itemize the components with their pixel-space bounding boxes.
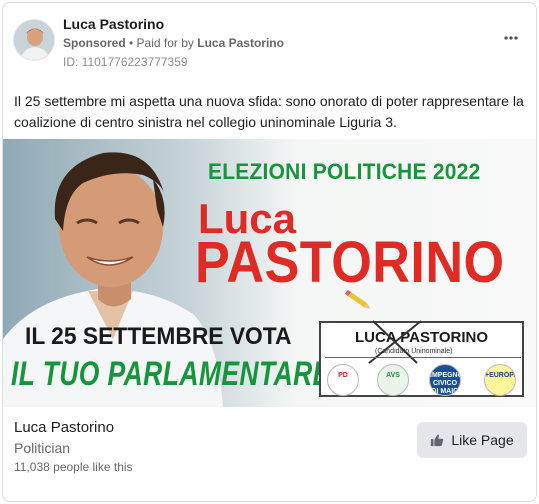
ballot-graphic: LUCA PASTORINO (Candidato Uninominale) P…	[319, 320, 524, 397]
party-logo-impegno-civico: IMPEGNO CIVICO DI MAIO	[429, 364, 461, 396]
party-logo-pd: PD	[327, 364, 359, 396]
like-page-button[interactable]: Like Page	[417, 422, 527, 458]
post-text: Il 25 settembre mi aspetta una nuova sfi…	[14, 93, 524, 130]
ad-card: Luca Pastorino Sponsored • Paid for by L…	[2, 2, 537, 502]
more-options-button[interactable]	[504, 29, 518, 43]
footer-category: Politician	[14, 440, 71, 456]
sponsored-label: Sponsored	[63, 36, 126, 50]
page-name[interactable]: Luca Pastorino	[63, 16, 164, 32]
footer-like-count: 11,038 people like this	[14, 460, 133, 474]
ellipsis-icon	[504, 36, 518, 40]
footer-page-name[interactable]: Luca Pastorino	[14, 419, 114, 436]
creative-slogan: IL TUO PARLAMENTARE	[11, 355, 331, 393]
creative-last-name: PASTORINO	[195, 230, 505, 295]
ballot-divider	[325, 357, 521, 358]
paid-for-name[interactable]: Luca Pastorino	[197, 36, 284, 50]
creative-date-line: IL 25 SETTEMBRE VOTA	[25, 323, 292, 350]
sponsored-line: Sponsored • Paid for by Luca Pastorino	[63, 36, 284, 50]
avatar-photo	[14, 20, 54, 60]
thumbs-up-icon	[431, 434, 444, 447]
creative-title: ELEZIONI POLITICHE 2022	[208, 159, 481, 184]
ad-id: ID: 1101776223777359	[63, 55, 188, 69]
separator: •	[125, 36, 137, 50]
ad-creative-image[interactable]: ELEZIONI POLITICHE 2022 Luca PASTORINO I…	[3, 139, 536, 407]
party-logo-avs: AVS	[377, 364, 409, 396]
paid-for-prefix: Paid for by	[136, 36, 198, 50]
party-logo-piu-europa: +EUROPA	[484, 364, 516, 396]
ballot-cross-mark	[368, 320, 422, 364]
avatar[interactable]	[13, 19, 55, 61]
like-page-label: Like Page	[451, 432, 514, 448]
